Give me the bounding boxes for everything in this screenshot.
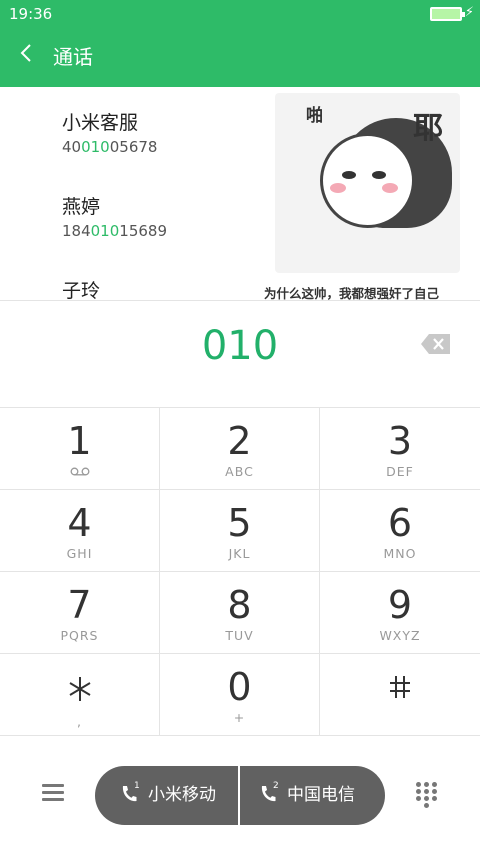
call-sim2-button[interactable]: 2 中国电信 bbox=[240, 766, 385, 825]
dial-keypad: 1 2 ABC 3 DEF 4 GHI 5 JKL 6 MNO 7 PQRS 8… bbox=[0, 408, 480, 738]
dial-display: 010 bbox=[0, 300, 480, 408]
key-hash[interactable] bbox=[320, 654, 480, 736]
back-arrow-icon[interactable] bbox=[18, 41, 34, 72]
key-star[interactable]: , bbox=[0, 654, 160, 736]
bottom-bar: 1 小米移动 2 中国电信 bbox=[0, 738, 480, 853]
sim2-carrier-label: 中国电信 bbox=[287, 785, 355, 805]
call-sim1-button[interactable]: 1 小米移动 bbox=[95, 766, 240, 825]
sticker-eye bbox=[342, 171, 356, 179]
key-7[interactable]: 7 PQRS bbox=[0, 572, 160, 654]
contact-name: 燕婷 bbox=[62, 196, 101, 218]
meme-sticker-image: 啪 耶 为什么这帅，我都想强奸了自己 bbox=[264, 93, 466, 303]
sim1-indicator: 1 bbox=[134, 781, 140, 791]
contact-number: 18401015689 bbox=[62, 222, 167, 240]
sticker-eye bbox=[372, 171, 386, 179]
key-6[interactable]: 6 MNO bbox=[320, 490, 480, 572]
page-title: 通话 bbox=[53, 45, 93, 69]
app-header: 通话 bbox=[0, 28, 480, 87]
contact-name: 子玲 bbox=[62, 280, 101, 300]
key-9[interactable]: 9 WXYZ bbox=[320, 572, 480, 654]
sticker-face bbox=[320, 133, 415, 228]
menu-icon[interactable] bbox=[42, 784, 64, 802]
contact-item[interactable]: 燕婷 18401015689 bbox=[62, 194, 167, 242]
sticker-text-ye: 耶 bbox=[413, 111, 443, 146]
status-bar: 19:36 ⚡ bbox=[0, 0, 480, 28]
key-4[interactable]: 4 GHI bbox=[0, 490, 160, 572]
contact-number: 4001005678 bbox=[62, 138, 158, 156]
sticker-cheek bbox=[330, 183, 346, 193]
key-5[interactable]: 5 JKL bbox=[160, 490, 320, 572]
dialed-number: 010 bbox=[201, 323, 279, 369]
sticker-text-bam: 啪 bbox=[306, 106, 323, 126]
contact-name: 小米客服 bbox=[62, 112, 139, 134]
status-time: 19:36 bbox=[9, 5, 53, 23]
key-1[interactable]: 1 bbox=[0, 408, 160, 490]
charging-icon: ⚡ bbox=[464, 5, 474, 20]
battery-icon bbox=[430, 7, 465, 21]
sim1-carrier-label: 小米移动 bbox=[148, 785, 216, 805]
contact-item[interactable]: 小米客服 4001005678 bbox=[62, 110, 157, 158]
key-2[interactable]: 2 ABC bbox=[160, 408, 320, 490]
hide-keypad-icon[interactable] bbox=[416, 782, 438, 808]
contact-item[interactable]: 子玲 bbox=[62, 278, 100, 300]
key-8[interactable]: 8 TUV bbox=[160, 572, 320, 654]
backspace-icon[interactable] bbox=[421, 334, 450, 354]
voicemail-icon bbox=[0, 464, 159, 480]
key-3[interactable]: 3 DEF bbox=[320, 408, 480, 490]
hash-key-glyph bbox=[320, 666, 480, 708]
sim2-indicator: 2 bbox=[273, 781, 279, 791]
call-button-group: 1 小米移动 2 中国电信 bbox=[95, 766, 385, 825]
star-key-glyph bbox=[0, 666, 159, 712]
sticker-cheek bbox=[382, 183, 398, 193]
key-0[interactable]: 0 + bbox=[160, 654, 320, 736]
